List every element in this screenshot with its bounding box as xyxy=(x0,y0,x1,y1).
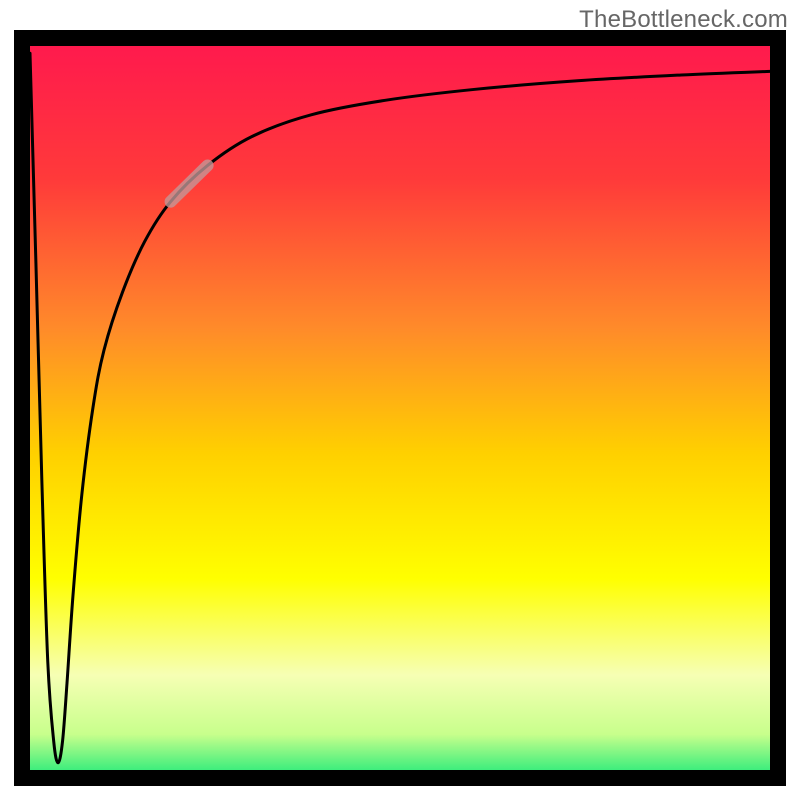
plot-frame xyxy=(14,30,786,786)
curve-layer xyxy=(30,46,770,770)
marker-segment xyxy=(171,165,208,201)
watermark-text: TheBottleneck.com xyxy=(579,6,788,34)
chart-stage: TheBottleneck.com xyxy=(0,0,800,800)
bottleneck-curve xyxy=(30,53,770,763)
plot-area xyxy=(30,46,770,770)
